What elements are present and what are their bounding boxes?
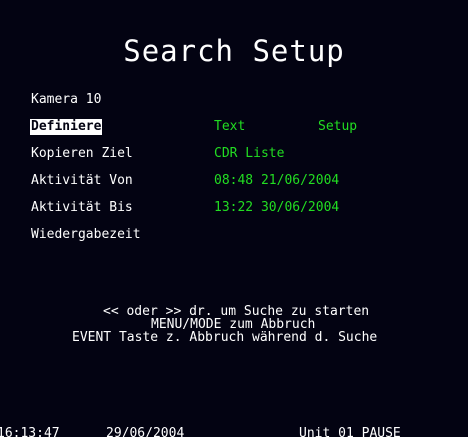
camera-label: Kamera 10 (31, 92, 102, 107)
dvr-osd-screen: Search Setup Kamera 10 Definiere Text Se… (0, 0, 468, 437)
status-unit: Unit 01 PAUSE (299, 426, 401, 437)
definiere-value-text[interactable]: Text (214, 119, 245, 135)
kopieren-ziel-value[interactable]: CDR Liste (214, 146, 284, 162)
menu-item-wiedergabezeit[interactable]: Wiedergabezeit (31, 227, 141, 243)
page-title: Search Setup (123, 34, 345, 68)
status-time: 16:13:47 (0, 426, 60, 437)
menu-item-definiere[interactable]: Definiere (30, 119, 103, 135)
menu-item-aktivitaet-bis[interactable]: Aktivität Bis (31, 200, 133, 216)
status-date: 29/06/2004 (106, 426, 185, 437)
menu-item-kopieren-ziel[interactable]: Kopieren Ziel (31, 146, 133, 162)
definiere-value-setup[interactable]: Setup (318, 119, 357, 135)
aktivitaet-von-value[interactable]: 08:48 21/06/2004 (214, 173, 339, 189)
menu-item-aktivitaet-von[interactable]: Aktivität Von (31, 173, 133, 189)
help-line-event: EVENT Taste z. Abbruch während d. Suche (72, 330, 378, 345)
aktivitaet-bis-value[interactable]: 13:22 30/06/2004 (214, 200, 339, 216)
